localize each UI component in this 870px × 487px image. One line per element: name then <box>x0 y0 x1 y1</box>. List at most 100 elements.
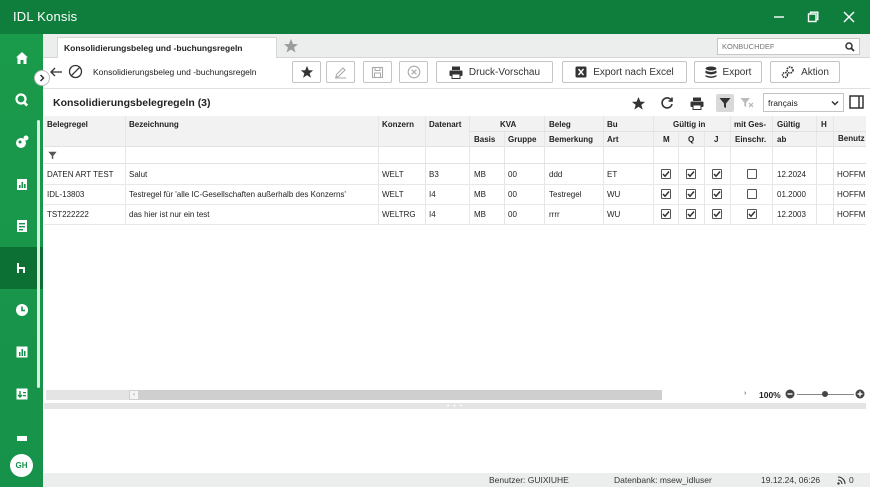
checkbox-q[interactable] <box>686 189 696 199</box>
col-header-basis[interactable]: Basis <box>474 135 495 144</box>
close-button[interactable] <box>834 4 864 30</box>
checkbox-m[interactable] <box>661 169 671 179</box>
status-notification-count: 0 <box>849 475 854 485</box>
col-header-bemerkung[interactable]: Bemerkung <box>549 135 593 144</box>
col-header-benutz[interactable]: Benutz <box>838 134 865 143</box>
search-icon <box>14 93 28 107</box>
checkbox-j[interactable] <box>712 209 722 219</box>
scroll-right-arrow[interactable]: › <box>744 390 746 397</box>
import-icon <box>16 388 27 400</box>
cell-art: ET <box>607 170 618 179</box>
print-preview-label: Druck-Vorschau <box>468 66 541 78</box>
checkbox-q[interactable] <box>686 169 696 179</box>
col-header-m[interactable]: M <box>663 135 670 144</box>
cell-datenart: I4 <box>429 210 436 219</box>
col-header-art[interactable]: Art <box>607 135 619 144</box>
col-header-gruppe[interactable]: Gruppe <box>508 135 536 144</box>
print-preview-button[interactable]: Druck-Vorschau <box>436 61 553 83</box>
cell-ab: 12.2003 <box>777 210 806 219</box>
sidebar-item-search[interactable] <box>0 79 43 121</box>
printer-icon <box>449 66 463 79</box>
col-header-gueltig-in[interactable]: Gültig in <box>673 120 705 129</box>
language-select[interactable]: français <box>763 93 844 112</box>
sidebar-scrollbar[interactable] <box>37 120 40 388</box>
action-button[interactable]: Aktion <box>770 61 840 83</box>
favorite-star-icon[interactable] <box>283 38 299 54</box>
cell-konzern: WELT <box>382 190 404 199</box>
col-header-datenart[interactable]: Datenart <box>429 120 461 129</box>
export-button[interactable]: Export <box>694 61 762 83</box>
search-icon[interactable] <box>845 42 855 52</box>
clear-filter-button[interactable] <box>738 94 756 112</box>
col-header-beleg[interactable]: Beleg <box>549 120 571 129</box>
cell-basis: MB <box>474 210 486 219</box>
export-excel-button[interactable]: Export nach Excel <box>562 61 687 83</box>
status-bar: Benutzer: GUIXIUHE Datenbank: msew_idlus… <box>43 473 870 487</box>
pencil-icon <box>335 66 346 78</box>
cell-konzern: WELTRG <box>382 210 416 219</box>
title-bar: IDL Konsis <box>0 0 870 34</box>
zoom-out-icon[interactable] <box>785 389 795 399</box>
save-button[interactable] <box>363 61 392 83</box>
filter-row[interactable] <box>44 147 866 164</box>
checkbox-einschr[interactable] <box>747 189 757 199</box>
print-button[interactable] <box>688 94 706 112</box>
filter-clear-icon <box>740 97 754 107</box>
zoom-slider-thumb[interactable] <box>822 391 828 397</box>
search-input[interactable] <box>718 39 833 54</box>
col-header-h[interactable]: H <box>821 120 827 129</box>
col-header-q[interactable]: Q <box>688 135 694 144</box>
tab-konsolidierungsbeleg[interactable]: Konsolidierungsbeleg und -buchungsregeln <box>57 37 277 58</box>
zoom-in-icon[interactable] <box>855 389 865 399</box>
panel-title: Konsolidierungsbelegregeln (3) <box>53 97 211 109</box>
restore-button[interactable] <box>798 4 828 30</box>
excel-icon <box>575 66 587 78</box>
col-header-konzern[interactable]: Konzern <box>382 120 414 129</box>
col-header-mit-ges[interactable]: mit Ges- <box>734 120 766 129</box>
sidebar-collapse-button[interactable] <box>34 70 50 86</box>
col-header-belegregel[interactable]: Belegregel <box>47 120 88 129</box>
minimize-button[interactable] <box>764 4 794 30</box>
checkbox-einschr[interactable] <box>747 169 757 179</box>
checkbox-m[interactable] <box>661 209 671 219</box>
col-header-kva[interactable]: KVA <box>500 120 516 129</box>
pane-splitter[interactable]: • • • <box>44 403 866 410</box>
favorite-view-button[interactable] <box>629 94 647 112</box>
cell-ab: 12.2024 <box>777 170 806 179</box>
scrollbar-thumb[interactable] <box>139 390 662 400</box>
filter-icon[interactable] <box>48 151 57 160</box>
checkbox-j[interactable] <box>712 189 722 199</box>
col-header-j[interactable]: J <box>714 135 718 144</box>
rss-icon[interactable] <box>837 476 846 485</box>
scroll-left-button[interactable]: ‹ <box>129 390 139 400</box>
table-row[interactable]: DATEN ART TEST Salut WELT B3 MB 00 ddd E… <box>44 165 866 185</box>
edit-button[interactable] <box>326 61 355 83</box>
checkbox-j[interactable] <box>712 169 722 179</box>
col-header-bezeichnung[interactable]: Bezeichnung <box>129 120 179 129</box>
side-panel-toggle-icon[interactable] <box>849 95 864 109</box>
search-box[interactable] <box>717 38 860 55</box>
table-row[interactable]: TST222222 das hier ist nur ein test WELT… <box>44 205 866 225</box>
col-header-ab[interactable]: ab <box>777 135 786 144</box>
checkbox-q[interactable] <box>686 209 696 219</box>
cell-ab: 01.2000 <box>777 190 806 199</box>
status-user: Benutzer: GUIXIUHE <box>489 475 569 485</box>
cell-belegregel: DATEN ART TEST <box>47 170 114 179</box>
checkbox-einschr[interactable] <box>747 209 757 219</box>
table-row[interactable]: IDL-13803 Testregel für 'alle IC-Gesells… <box>44 185 866 205</box>
refresh-button[interactable] <box>658 94 676 112</box>
discard-button[interactable] <box>399 61 428 83</box>
cancel-circle-icon[interactable] <box>68 64 83 79</box>
star-icon <box>631 96 645 110</box>
avatar[interactable]: GH <box>10 454 33 477</box>
cell-basis: MB <box>474 190 486 199</box>
col-header-einschr[interactable]: Einschr. <box>735 135 766 144</box>
col-header-gueltig[interactable]: Gültig <box>777 120 800 129</box>
sidebar-item-more[interactable] <box>0 427 43 447</box>
favorite-button[interactable] <box>292 61 321 83</box>
col-header-bu[interactable]: Bu <box>607 120 618 129</box>
horizontal-scrollbar[interactable]: ‹ <box>46 390 662 400</box>
checkbox-m[interactable] <box>661 189 671 199</box>
back-arrow-icon[interactable] <box>49 65 63 79</box>
filter-toggle-button[interactable] <box>716 94 734 112</box>
